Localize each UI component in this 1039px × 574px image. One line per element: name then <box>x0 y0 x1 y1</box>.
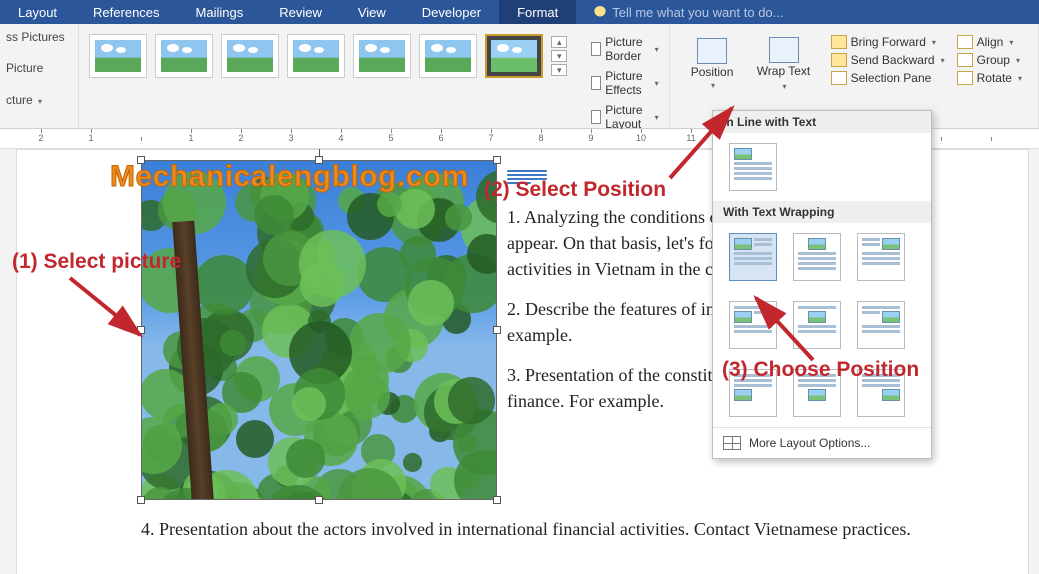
send-backward-button[interactable]: Send Backward▾ <box>829 52 947 68</box>
change-picture[interactable]: Picture <box>6 59 72 77</box>
pos-section-inline: In Line with Text <box>713 111 931 133</box>
reset-picture[interactable]: cture ▾ <box>6 91 72 109</box>
layout-grid-icon <box>723 436 741 450</box>
tab-references[interactable]: References <box>75 0 177 24</box>
rotate-button[interactable]: Rotate▾ <box>955 70 1024 86</box>
resize-handle-tl[interactable] <box>137 156 145 164</box>
style-thumb-4[interactable] <box>287 34 345 78</box>
layout-icon <box>591 110 601 124</box>
group-button[interactable]: Group▾ <box>955 52 1024 68</box>
bring-forward-button[interactable]: Bring Forward▾ <box>829 34 947 50</box>
picture-border-button[interactable]: Picture Border▾ <box>587 34 662 64</box>
paragraph-mark <box>507 170 547 180</box>
style-thumb-3[interactable] <box>221 34 279 78</box>
wrap-icon <box>769 37 799 63</box>
position-icon <box>697 38 727 64</box>
resize-handle-bl[interactable] <box>137 496 145 504</box>
resize-handle-l[interactable] <box>137 326 145 334</box>
send-backward-icon <box>831 53 847 67</box>
pos-mid-center[interactable] <box>793 301 841 349</box>
bulb-icon <box>594 6 606 18</box>
border-icon <box>591 42 601 56</box>
pos-mid-right[interactable] <box>857 301 905 349</box>
align-button[interactable]: Align▾ <box>955 34 1024 50</box>
pos-bot-right[interactable] <box>857 369 905 417</box>
position-button[interactable]: Position▾ <box>684 32 741 98</box>
tab-layout[interactable]: Layout <box>0 0 75 24</box>
selected-picture[interactable] <box>141 160 497 500</box>
pos-section-wrap: With Text Wrapping <box>713 201 931 223</box>
compress-pictures[interactable]: ss Pictures <box>6 28 72 46</box>
picture-layout-button[interactable]: Picture Layout▾ <box>587 102 662 132</box>
effects-icon <box>591 76 601 90</box>
tell-me-search[interactable]: Tell me what you want to do... <box>576 0 1039 24</box>
pos-top-left[interactable] <box>729 233 777 281</box>
style-thumb-5[interactable] <box>353 34 411 78</box>
group-icon <box>957 53 973 67</box>
resize-handle-r[interactable] <box>493 326 501 334</box>
group-adjust: ss Pictures Picture cture ▾ <box>0 24 79 128</box>
wrap-text-button[interactable]: Wrap Text ▾ <box>748 32 820 98</box>
pos-top-center[interactable] <box>793 233 841 281</box>
resize-handle-br[interactable] <box>493 496 501 504</box>
pos-inline[interactable] <box>729 143 777 191</box>
pos-mid-left[interactable] <box>729 301 777 349</box>
style-thumb-2[interactable] <box>155 34 213 78</box>
pos-top-right[interactable] <box>857 233 905 281</box>
selection-pane-icon <box>831 71 847 85</box>
rotate-icon <box>957 71 973 85</box>
paragraph-4[interactable]: 4. Presentation about the actors involve… <box>141 516 931 542</box>
style-thumb-1[interactable] <box>89 34 147 78</box>
style-thumb-7-selected[interactable] <box>485 34 543 78</box>
position-dropdown: In Line with Text With Text Wrapping Mor… <box>712 110 932 459</box>
more-layout-options[interactable]: More Layout Options... <box>713 427 931 458</box>
selection-pane-button[interactable]: Selection Pane <box>829 70 947 86</box>
gallery-more[interactable]: ▴▾▾ <box>551 36 567 76</box>
picture-effects-button[interactable]: Picture Effects▾ <box>587 68 662 98</box>
ribbon-tabs: Layout References Mailings Review View D… <box>0 0 1039 24</box>
tab-review[interactable]: Review <box>261 0 340 24</box>
picture-styles-gallery[interactable]: ▴▾▾ <box>85 28 571 84</box>
resize-handle-tr[interactable] <box>493 156 501 164</box>
style-thumb-6[interactable] <box>419 34 477 78</box>
tab-developer[interactable]: Developer <box>404 0 499 24</box>
tab-mailings[interactable]: Mailings <box>178 0 262 24</box>
resize-handle-b[interactable] <box>315 496 323 504</box>
tell-me-placeholder: Tell me what you want to do... <box>612 5 783 20</box>
tab-view[interactable]: View <box>340 0 404 24</box>
group-picture-styles: ▴▾▾ Picture Border▾ Picture Effects▾ Pic… <box>79 24 669 128</box>
pos-bot-left[interactable] <box>729 369 777 417</box>
tab-format[interactable]: Format <box>499 0 576 24</box>
resize-handle-t[interactable] <box>315 156 323 164</box>
bring-forward-icon <box>831 35 847 49</box>
align-icon <box>957 35 973 49</box>
pos-bot-center[interactable] <box>793 369 841 417</box>
